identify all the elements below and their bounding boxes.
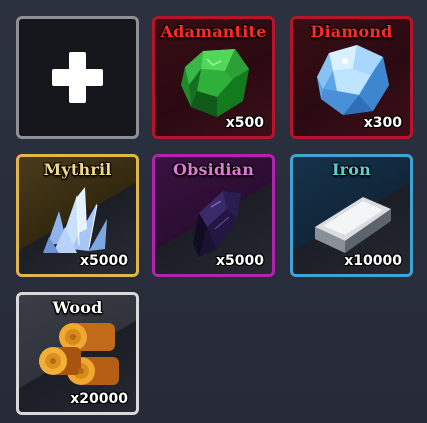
item-slot-iron[interactable]: Iron x10000 <box>290 154 413 277</box>
add-item-slot[interactable] <box>16 16 139 139</box>
item-slot-wood[interactable]: Wood x20000 <box>16 292 139 415</box>
item-name: Adamantite <box>160 22 267 41</box>
item-name: Mythril <box>43 160 112 179</box>
item-name: Diamond <box>310 22 393 41</box>
item-name: Wood <box>52 298 103 317</box>
item-quantity: x5000 <box>216 253 264 269</box>
item-slot-diamond[interactable]: Diamond x300 <box>290 16 413 139</box>
item-quantity: x20000 <box>70 391 128 407</box>
inventory-panel: Adamantite x500 Diamond x300 Mythril x50… <box>0 0 427 423</box>
item-slot-adamantite[interactable]: Adamantite x500 <box>152 16 275 139</box>
item-name: Obsidian <box>172 160 255 179</box>
item-slot-obsidian[interactable]: Obsidian x5000 <box>152 154 275 277</box>
item-quantity: x300 <box>363 115 402 131</box>
item-quantity: x5000 <box>80 253 128 269</box>
item-quantity: x500 <box>225 115 264 131</box>
item-quantity: x10000 <box>344 253 402 269</box>
item-slot-mythril[interactable]: Mythril x5000 <box>16 154 139 277</box>
item-name: Iron <box>331 160 372 179</box>
